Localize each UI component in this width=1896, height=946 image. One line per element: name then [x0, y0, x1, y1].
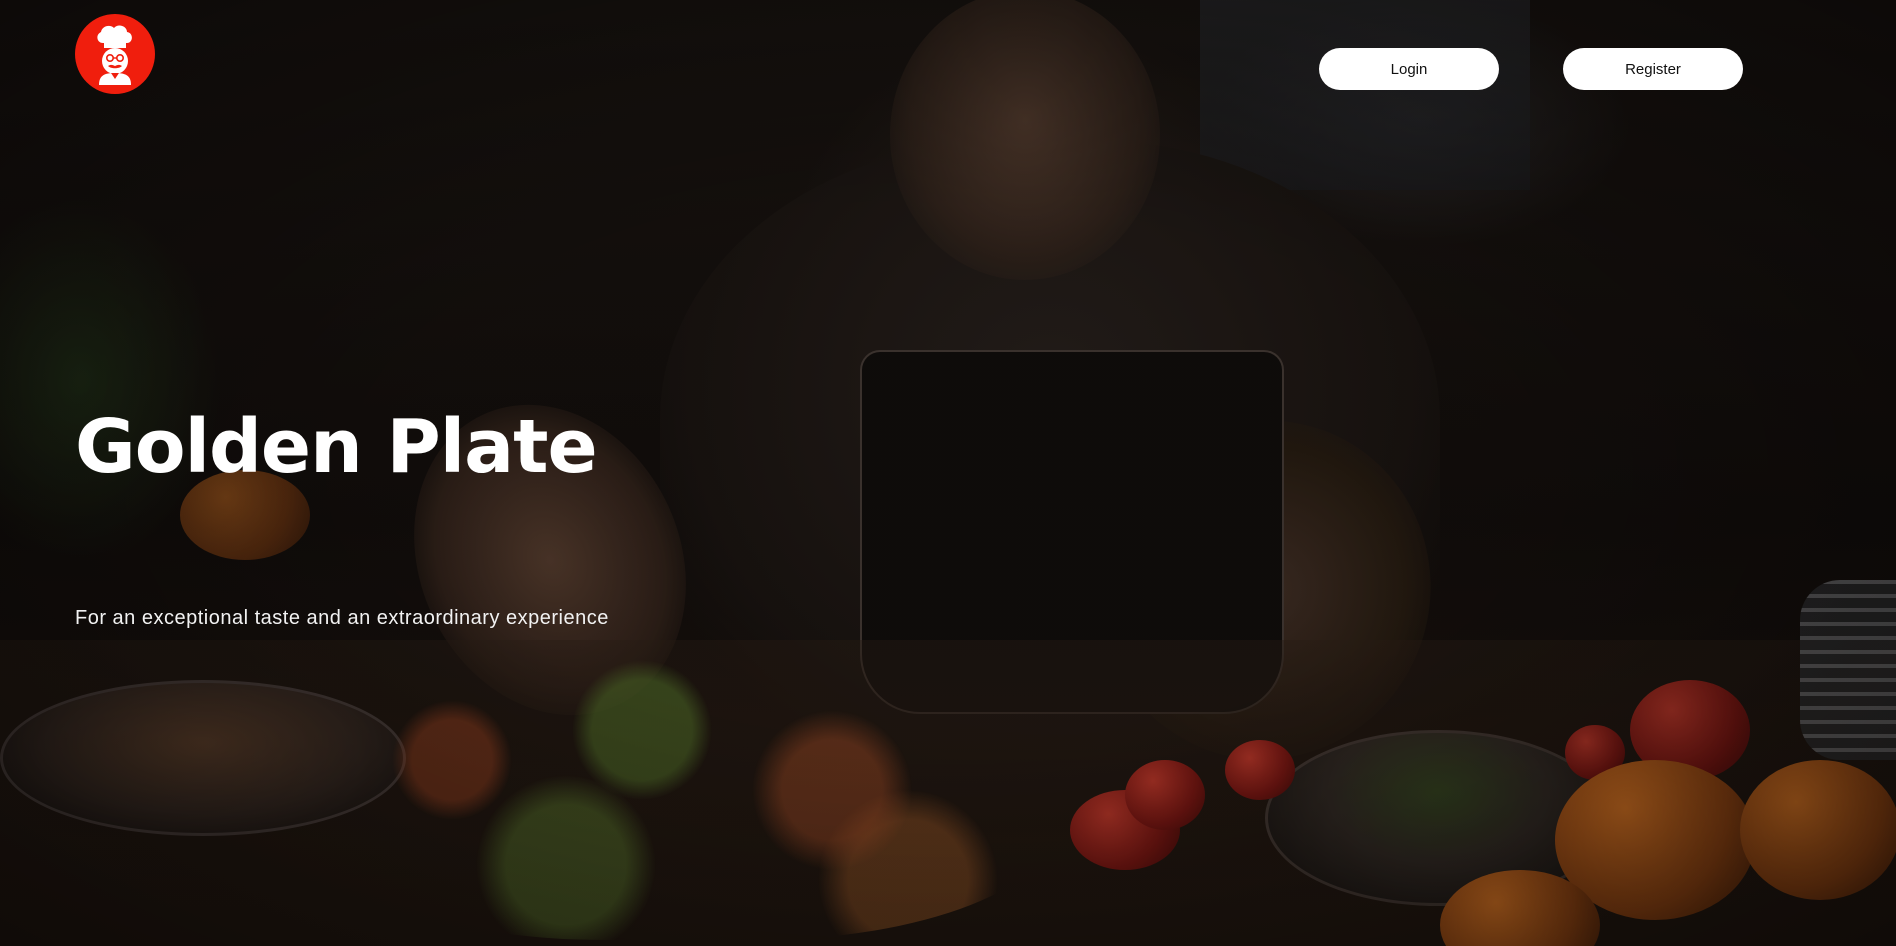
logo-link[interactable]: [75, 14, 155, 94]
register-button[interactable]: Register: [1563, 48, 1743, 90]
hero-section: Login Register Golden Plate For an excep…: [0, 0, 1896, 946]
page-subtitle: For an exceptional taste and an extraord…: [75, 607, 609, 629]
page-title: Golden Plate: [75, 404, 598, 490]
chef-icon: [97, 25, 132, 85]
login-button[interactable]: Login: [1319, 48, 1499, 90]
